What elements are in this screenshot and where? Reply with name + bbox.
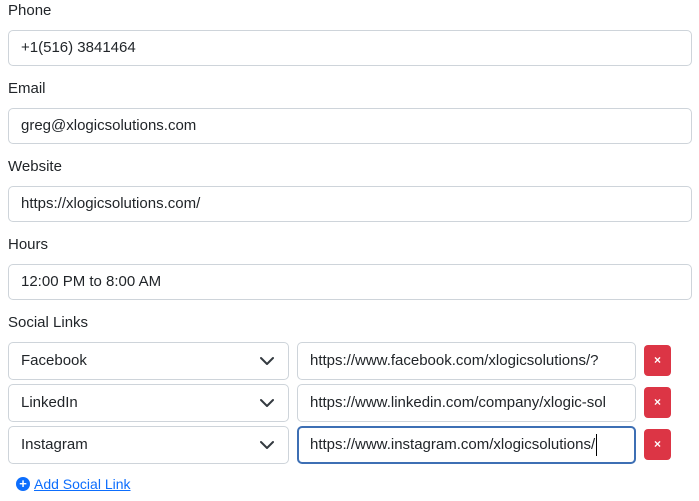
add-social-link-button[interactable]: + Add Social Link xyxy=(16,474,131,494)
social-url-text: https://www.instagram.com/xlogicsolution… xyxy=(310,436,596,453)
social-platform-select[interactable]: LinkedIn xyxy=(8,384,289,422)
email-input[interactable]: greg@xlogicsolutions.com xyxy=(8,108,692,144)
website-input[interactable]: https://xlogicsolutions.com/ xyxy=(8,186,692,222)
social-url-input[interactable]: https://www.facebook.com/xlogicsolutions… xyxy=(297,342,636,380)
social-platform-select[interactable]: Instagram xyxy=(8,426,289,464)
remove-social-link-button[interactable]: × xyxy=(644,387,671,418)
chevron-down-icon xyxy=(260,399,274,407)
social-url-input[interactable]: https://www.linkedin.com/company/xlogic-… xyxy=(297,384,636,422)
remove-social-link-button[interactable]: × xyxy=(644,429,671,460)
social-platform-value: LinkedIn xyxy=(21,394,78,411)
social-platform-value: Instagram xyxy=(21,436,88,453)
website-label: Website xyxy=(8,158,62,175)
social-links-label: Social Links xyxy=(8,314,89,331)
phone-input[interactable]: +1(516) 3841464 xyxy=(8,30,692,66)
social-url-input-focused[interactable]: https://www.instagram.com/xlogicsolution… xyxy=(297,426,636,464)
social-platform-select[interactable]: Facebook xyxy=(8,342,289,380)
chevron-down-icon xyxy=(260,441,274,449)
chevron-down-icon xyxy=(260,357,274,365)
add-social-link-label: Add Social Link xyxy=(34,476,131,492)
hours-label: Hours xyxy=(8,236,49,253)
social-platform-value: Facebook xyxy=(21,352,87,369)
remove-social-link-button[interactable]: × xyxy=(644,345,671,376)
plus-circle-icon: + xyxy=(16,477,30,491)
text-caret xyxy=(596,434,598,457)
email-label: Email xyxy=(8,80,46,97)
hours-input[interactable]: 12:00 PM to 8:00 AM xyxy=(8,264,692,300)
phone-label: Phone xyxy=(8,2,52,19)
